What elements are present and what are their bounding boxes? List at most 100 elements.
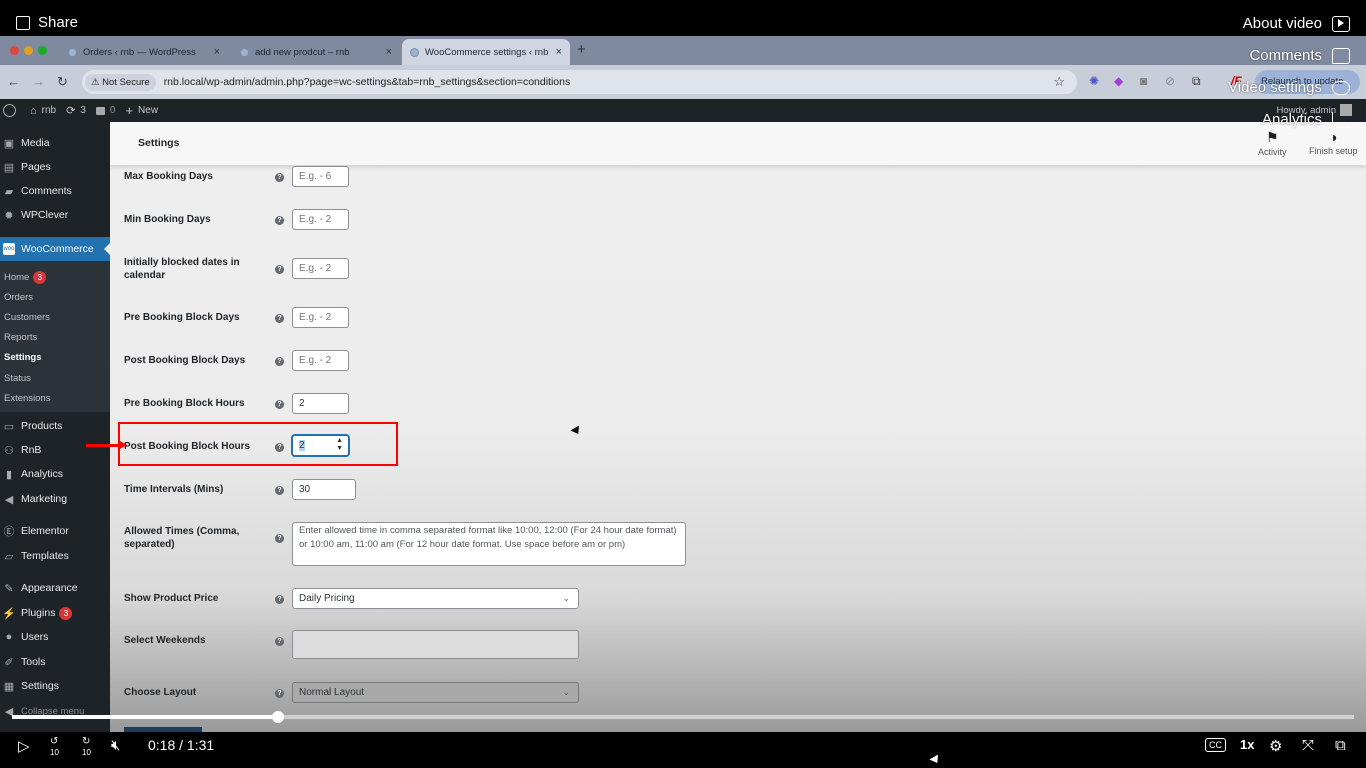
initially-blocked-dates-input[interactable]: E.g. - 2 (292, 258, 349, 279)
submenu-label: Orders (4, 292, 34, 303)
browser-tab[interactable]: add new prodcut – rnb × (232, 39, 400, 65)
close-tab-icon[interactable]: × (214, 46, 220, 58)
help-icon[interactable]: ? (275, 173, 284, 182)
submenu-item-status[interactable]: Status (4, 373, 31, 384)
forward-icon[interactable]: → (32, 74, 45, 89)
about-video-button[interactable]: About video (1243, 15, 1350, 32)
extension-gear-icon[interactable]: ✺ (1089, 74, 1099, 88)
share-button[interactable]: Share (16, 14, 78, 31)
close-window-button[interactable] (10, 46, 19, 55)
minimize-window-button[interactable] (24, 46, 33, 55)
help-icon[interactable]: ? (275, 637, 284, 646)
comments-button[interactable]: Comments (1249, 47, 1350, 64)
finish-setup-button[interactable]: ◑ Finish setup (1309, 129, 1358, 156)
captions-button[interactable]: CC (1205, 738, 1226, 752)
sidebar-item-marketing[interactable]: ◀ Marketing (0, 488, 110, 510)
choose-layout-select[interactable]: Normal Layout ⌄ (292, 682, 579, 703)
extension-color-icon[interactable]: ◆ (1114, 74, 1123, 88)
help-icon[interactable]: ? (275, 595, 284, 604)
video-settings-button[interactable]: Video settings (1228, 79, 1350, 96)
sidebar-item-rnb[interactable]: ⚇ RnB (0, 439, 110, 461)
close-tab-icon[interactable]: × (556, 46, 562, 58)
pre-booking-block-hours-input[interactable]: 2 (292, 393, 349, 414)
time-intervals-input[interactable]: 30 (292, 479, 356, 500)
sidebar-item-users[interactable]: ● Users (0, 626, 110, 648)
popout-icon[interactable]: ⧉ (1335, 737, 1346, 754)
security-indicator[interactable]: ⚠ Not Secure (85, 73, 156, 91)
wordpress-logo-icon[interactable] (3, 104, 16, 117)
zoom-window-button[interactable] (38, 46, 47, 55)
back-icon[interactable]: ← (7, 74, 20, 89)
sidebar-item-comments[interactable]: ▰ Comments (0, 180, 110, 202)
min-booking-days-input[interactable]: E.g. - 2 (292, 209, 349, 230)
help-icon[interactable]: ? (275, 689, 284, 698)
reload-icon[interactable]: ↻ (57, 74, 68, 90)
max-booking-days-input[interactable]: E.g. - 6 (292, 166, 349, 187)
compass-extension-icon[interactable]: ⊘ (1165, 74, 1175, 88)
submenu-item-home[interactable]: Home 3 (4, 271, 47, 284)
playback-speed-button[interactable]: 1x (1240, 737, 1254, 752)
help-icon[interactable]: ? (275, 314, 284, 323)
comments-link[interactable]: 0 (95, 105, 115, 116)
bookmark-star-icon[interactable]: ☆ (1053, 74, 1065, 90)
progress-handle[interactable] (271, 711, 284, 723)
forward-10-button[interactable]: ↻ 10 (82, 736, 91, 758)
extensions-puzzle-icon[interactable]: ⧉ (1192, 74, 1201, 89)
help-icon[interactable]: ? (275, 216, 284, 225)
sidebar-item-products[interactable]: ▭ Products (0, 415, 110, 437)
sidebar-item-settings[interactable]: ▦ Settings (0, 675, 110, 697)
sidebar-item-pages[interactable]: ▤ Pages (0, 156, 110, 178)
close-tab-icon[interactable]: × (386, 46, 392, 58)
help-icon[interactable]: ? (275, 400, 284, 409)
new-tab-button[interactable]: + (577, 41, 586, 58)
help-icon[interactable]: ? (275, 486, 284, 495)
help-icon[interactable]: ? (275, 265, 284, 274)
submenu-item-reports[interactable]: Reports (4, 332, 37, 343)
help-icon[interactable]: ? (275, 357, 284, 366)
sidebar-item-label: Plugins (21, 607, 56, 619)
field-label: Time Intervals (Mins) (124, 484, 224, 495)
allowed-times-textarea[interactable]: Enter allowed time in comma separated fo… (292, 522, 686, 566)
sidebar-item-analytics[interactable]: ▮ Analytics (0, 463, 110, 485)
show-product-price-select[interactable]: Daily Pricing ⌄ (292, 588, 579, 609)
settings-gear-icon[interactable]: ⚙ (1269, 737, 1282, 755)
submenu-item-customers[interactable]: Customers (4, 312, 50, 323)
submenu-item-settings[interactable]: Settings (4, 352, 41, 363)
field-label: Max Booking Days (124, 171, 213, 182)
highlight-box-annotation (118, 422, 398, 466)
browser-tab[interactable]: Orders ‹ rnb — WordPress × (60, 39, 228, 65)
play-button[interactable]: ▷ (18, 737, 30, 755)
video-controls: ▷ ↺ 10 ↻ 10 🔇︎ 0:18 / 1:31 CC 1x ⚙ ⤧ ⧉ (0, 732, 1366, 768)
sidebar-item-templates[interactable]: ▱ Templates (0, 545, 110, 567)
pre-booking-block-days-input[interactable]: E.g. - 2 (292, 307, 349, 328)
submenu-item-orders[interactable]: Orders (4, 292, 33, 303)
updates-link[interactable]: ⟳ 3 (66, 104, 86, 117)
browser-tab-active[interactable]: WooCommerce settings ‹ rnb × (402, 39, 570, 65)
activity-button[interactable]: ⚑ Activity (1258, 129, 1287, 157)
video-progress-bar[interactable] (12, 711, 1354, 723)
select-weekends-input[interactable] (292, 630, 579, 659)
sidebar-item-label: Media (21, 137, 50, 149)
new-content-link[interactable]: + New (125, 103, 158, 118)
camera-extension-icon[interactable]: ◙ (1140, 74, 1147, 88)
updates-icon: ⟳ (66, 105, 76, 117)
submenu-item-extensions[interactable]: Extensions (4, 393, 50, 404)
mute-button[interactable]: 🔇︎ (111, 737, 120, 754)
sidebar-item-wpclever[interactable]: ✹ WPClever (0, 204, 110, 226)
sidebar-item-label: Analytics (21, 468, 64, 480)
exit-fullscreen-icon[interactable]: ⤧ (1302, 737, 1314, 754)
sidebar-item-elementor[interactable]: Ⓔ Elementor (0, 520, 110, 542)
sidebar-item-appearance[interactable]: ✎ Appearance (0, 577, 110, 599)
forward-label: 10 (82, 748, 91, 757)
sidebar-item-tools[interactable]: ✐ Tools (0, 651, 110, 673)
address-bar[interactable]: ⚠ Not Secure rnb.local/wp-admin/admin.ph… (82, 70, 1077, 94)
post-booking-block-days-input[interactable]: E.g. - 2 (292, 350, 349, 371)
sidebar-item-media[interactable]: ▣ Media (0, 132, 110, 154)
help-icon[interactable]: ? (275, 534, 284, 543)
rewind-10-button[interactable]: ↺ 10 (50, 736, 59, 758)
sidebar-item-plugins[interactable]: ⚡ Plugins 3 (0, 602, 110, 624)
site-name-link[interactable]: ⌂ rnb (30, 105, 56, 117)
analytics-button[interactable]: Analytics (1262, 111, 1350, 128)
sidebar-item-label: Marketing (21, 493, 68, 505)
sidebar-item-woocommerce[interactable]: woo WooCommerce (0, 237, 110, 261)
